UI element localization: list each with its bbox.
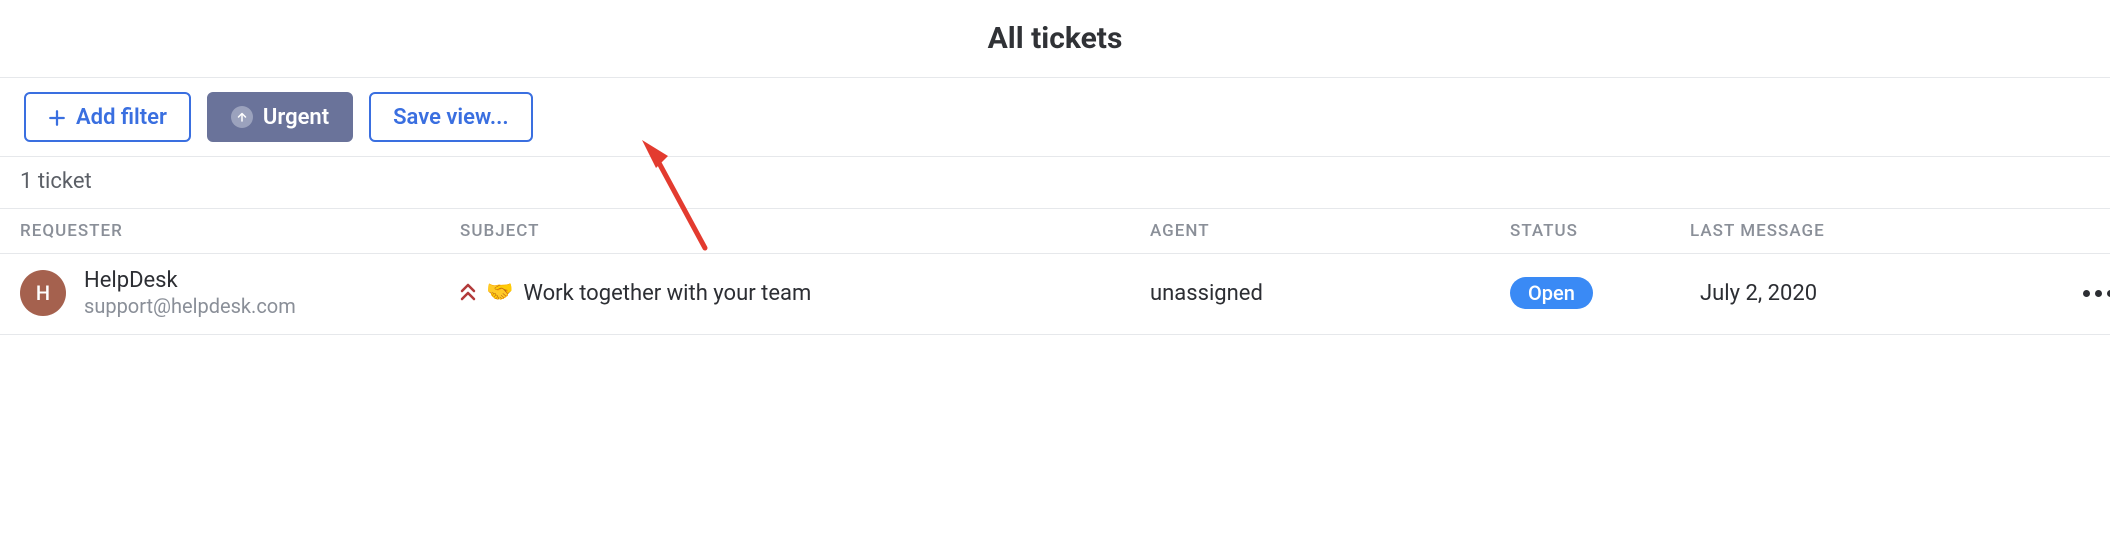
urgent-filter-chip[interactable]: Urgent	[207, 92, 353, 142]
avatar: H	[20, 270, 66, 316]
ticket-count: 1 ticket	[0, 157, 2110, 209]
last-message-cell: July 2, 2020	[1690, 281, 2020, 306]
row-actions	[2020, 284, 2110, 303]
status-badge: Open	[1510, 277, 1593, 309]
subject-text: Work together with your team	[523, 281, 811, 306]
requester-name: HelpDesk	[84, 268, 296, 294]
plus-icon	[48, 108, 66, 126]
priority-urgent-icon	[460, 282, 476, 305]
urgent-chip-label: Urgent	[263, 105, 329, 130]
add-filter-button[interactable]: Add filter	[24, 92, 191, 142]
filter-toolbar: Add filter Urgent Save view...	[0, 78, 2110, 157]
more-actions-button[interactable]	[2077, 284, 2110, 303]
col-subject: SUBJECT	[460, 221, 1150, 241]
add-filter-label: Add filter	[76, 105, 167, 130]
col-requester: REQUESTER	[20, 221, 460, 241]
ticket-row[interactable]: H HelpDesk support@helpdesk.com 🤝 Work t…	[0, 254, 2110, 335]
handshake-icon: 🤝	[486, 282, 513, 304]
save-view-button[interactable]: Save view...	[369, 92, 533, 142]
save-view-label: Save view...	[393, 105, 509, 130]
requester-email: support@helpdesk.com	[84, 294, 296, 318]
col-agent: AGENT	[1150, 221, 1510, 241]
page-title: All tickets	[988, 21, 1123, 56]
requester-cell: H HelpDesk support@helpdesk.com	[20, 268, 460, 318]
arrow-up-circle-icon	[231, 106, 253, 128]
col-status: STATUS	[1510, 221, 1690, 241]
status-cell: Open	[1510, 277, 1690, 309]
table-header: REQUESTER SUBJECT AGENT STATUS LAST MESS…	[0, 209, 2110, 254]
col-last-message: LAST MESSAGE	[1690, 221, 2020, 241]
page-title-bar: All tickets	[0, 0, 2110, 78]
agent-cell: unassigned	[1150, 281, 1510, 306]
subject-cell: 🤝 Work together with your team	[460, 281, 1150, 306]
